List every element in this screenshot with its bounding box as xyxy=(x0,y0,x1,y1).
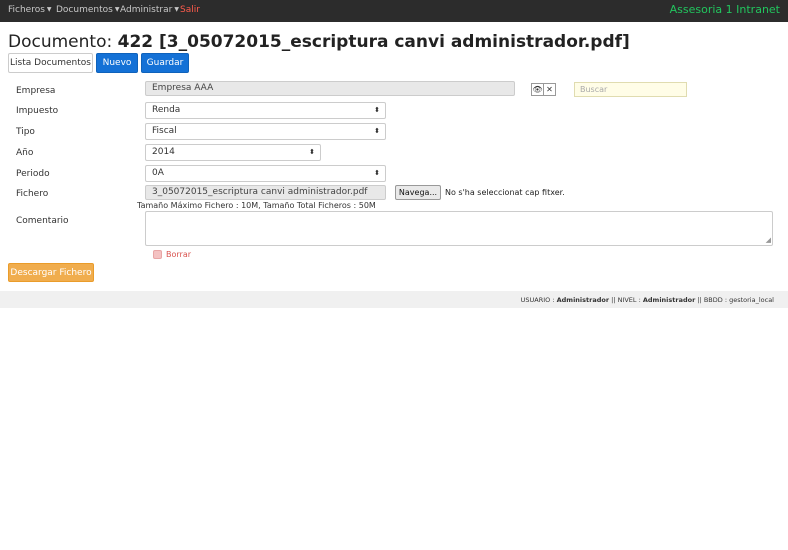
impuesto-select[interactable]: Renda ⬍ xyxy=(145,102,386,119)
comentario-label: Comentario xyxy=(16,216,69,226)
page-title-prefix: Documento: xyxy=(8,32,113,52)
page-title-document: 422 [3_05072015_escriptura canvi adminis… xyxy=(117,32,630,52)
comentario-textarea[interactable]: ◢ xyxy=(145,211,773,246)
db-key: || BBDD : xyxy=(697,296,728,304)
empresa-field[interactable]: Empresa AAA xyxy=(145,81,515,96)
periodo-value: 0A xyxy=(152,168,164,178)
file-size-note: Tamaño Máximo Fichero : 10M, Tamaño Tota… xyxy=(137,201,376,210)
select-arrows-icon: ⬍ xyxy=(374,169,380,177)
user-value: Administrador xyxy=(556,296,610,304)
caret-down-icon: ▼ xyxy=(174,6,179,13)
select-arrows-icon: ⬍ xyxy=(374,127,380,135)
caret-down-icon: ▼ xyxy=(46,6,52,13)
footer: USUARIO : Administrador || NIVEL : Admin… xyxy=(0,291,788,308)
brand-link[interactable]: Assesoria 1 Intranet xyxy=(670,3,780,16)
browse-button[interactable]: Navega... xyxy=(395,185,441,200)
nav-menu-ficheros[interactable]: Ficheros ▼ xyxy=(8,5,52,15)
select-arrows-icon: ⬍ xyxy=(309,148,315,156)
db-value: gestoria_local xyxy=(729,296,774,304)
anio-value: 2014 xyxy=(152,147,175,157)
tipo-label: Tipo xyxy=(16,127,35,137)
download-file-button[interactable]: Descargar Fichero xyxy=(8,263,94,282)
document-list-button[interactable]: Lista Documentos xyxy=(8,53,93,73)
impuesto-label: Impuesto xyxy=(16,106,59,116)
level-value: Administrador xyxy=(642,296,696,304)
periodo-label: Periodo xyxy=(16,169,50,179)
page-title: Documento: 422 [3_05072015_escriptura ca… xyxy=(8,32,630,52)
nav-menu-label: Documentos xyxy=(56,5,113,15)
tipo-select[interactable]: Fiscal ⬍ xyxy=(145,123,386,140)
fichero-label: Fichero xyxy=(16,189,49,199)
select-arrows-icon: ⬍ xyxy=(374,106,380,114)
navbar: Ficheros ▼ Documentos ▼ Administrar ▼ Salir… xyxy=(0,0,788,22)
new-button[interactable]: Nuevo xyxy=(96,53,138,73)
periodo-select[interactable]: 0A ⬍ xyxy=(145,165,386,182)
search-input[interactable]: Buscar xyxy=(574,82,687,97)
session-info: USUARIO : Administrador || NIVEL : Admin… xyxy=(521,296,774,304)
anio-label: Año xyxy=(16,148,34,158)
nav-menu-documentos[interactable]: Documentos ▼ xyxy=(56,5,119,15)
delete-label: Borrar xyxy=(166,250,192,259)
logout-link[interactable]: Salir xyxy=(180,5,200,15)
nav-menu-label: Administrar xyxy=(120,5,173,15)
save-button[interactable]: Guardar xyxy=(141,53,189,73)
caret-down-icon: ▼ xyxy=(114,6,120,13)
tipo-value: Fiscal xyxy=(152,126,177,136)
resize-grip-icon[interactable]: ◢ xyxy=(766,237,771,244)
user-key: USUARIO : xyxy=(520,296,555,304)
empresa-label: Empresa xyxy=(16,86,56,96)
nav-menu-administrar[interactable]: Administrar ▼ xyxy=(120,5,179,15)
anio-select[interactable]: 2014 ⬍ xyxy=(145,144,321,161)
file-status-text: No s'ha seleccionat cap fitxer. xyxy=(445,188,565,197)
clear-icon[interactable]: ✕ xyxy=(543,83,556,96)
level-key: || NIVEL : xyxy=(611,296,641,304)
delete-checkbox[interactable] xyxy=(153,250,162,259)
fichero-field: 3_05072015_escriptura canvi administrado… xyxy=(145,185,386,200)
nav-menu-label: Ficheros xyxy=(8,5,45,15)
impuesto-value: Renda xyxy=(152,105,181,115)
